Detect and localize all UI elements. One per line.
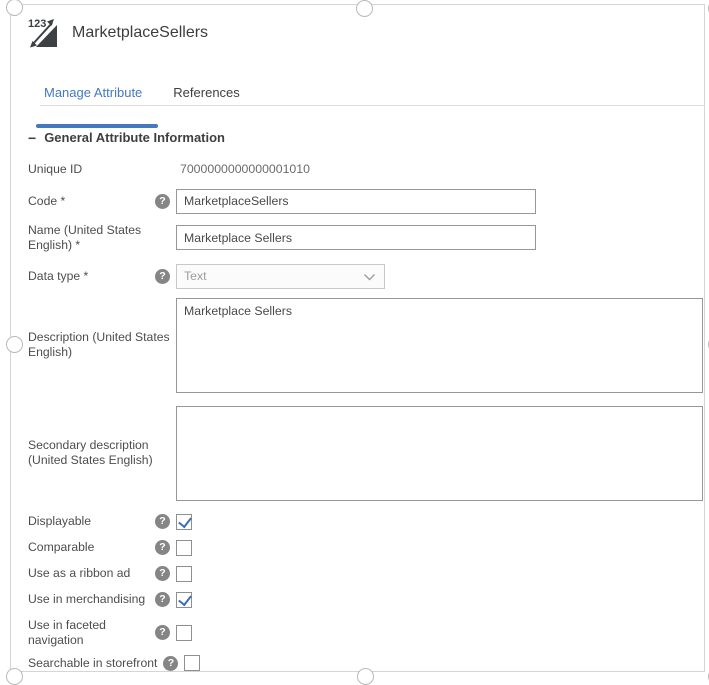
comparable-checkbox[interactable] bbox=[176, 540, 192, 556]
ribbon-ad-row: Use as a ribbon ad ? bbox=[28, 566, 705, 582]
faceted-navigation-row: Use in faceted navigation ? bbox=[28, 618, 705, 648]
help-icon[interactable]: ? bbox=[155, 194, 170, 209]
description-row: Description (United States English) Mark… bbox=[28, 298, 705, 393]
field-label: Searchable in storefront bbox=[28, 656, 163, 671]
secondary-description-row: Secondary description (United States Eng… bbox=[28, 406, 705, 501]
unique-id-row: Unique ID 7000000000000001010 bbox=[28, 162, 705, 177]
faceted-navigation-checkbox[interactable] bbox=[176, 625, 192, 641]
tab-bar: Manage Attribute References bbox=[40, 85, 705, 106]
secondary-description-textarea[interactable] bbox=[176, 406, 703, 501]
tab-manage-attribute[interactable]: Manage Attribute bbox=[40, 85, 146, 105]
help-icon[interactable]: ? bbox=[155, 514, 170, 529]
field-label: Name (United States English) * bbox=[28, 223, 155, 253]
field-label: Code * bbox=[28, 194, 155, 209]
code-input[interactable] bbox=[176, 189, 536, 214]
unique-id-value: 7000000000000001010 bbox=[176, 162, 310, 176]
help-icon[interactable]: ? bbox=[155, 540, 170, 555]
page-header: 123 MarketplaceSellers bbox=[28, 16, 208, 49]
active-tab-underline bbox=[36, 124, 158, 128]
help-icon[interactable]: ? bbox=[155, 625, 170, 640]
resize-handle-top-left[interactable] bbox=[6, 0, 23, 16]
comparable-row: Comparable ? bbox=[28, 540, 705, 556]
data-type-value: Text bbox=[177, 269, 207, 283]
searchable-storefront-row: Searchable in storefront ? bbox=[28, 655, 705, 671]
field-label: Description (United States English) bbox=[28, 330, 176, 360]
field-label: Secondary description (United States Eng… bbox=[28, 438, 176, 468]
help-icon[interactable]: ? bbox=[163, 656, 178, 671]
help-icon[interactable]: ? bbox=[155, 566, 170, 581]
tab-label: Manage Attribute bbox=[44, 85, 142, 100]
form-content: − General Attribute Information Unique I… bbox=[28, 130, 705, 681]
ribbon-ad-checkbox[interactable] bbox=[176, 566, 192, 582]
field-label: Unique ID bbox=[28, 162, 155, 177]
searchable-storefront-checkbox[interactable] bbox=[184, 655, 200, 671]
tab-references[interactable]: References bbox=[173, 85, 239, 105]
displayable-checkbox[interactable] bbox=[176, 514, 192, 530]
page-title: MarketplaceSellers bbox=[72, 24, 208, 42]
field-label: Displayable bbox=[28, 514, 155, 529]
data-type-select: Text bbox=[176, 264, 385, 289]
resize-handle-middle-left[interactable] bbox=[6, 336, 23, 353]
section-header[interactable]: − General Attribute Information bbox=[28, 130, 705, 145]
collapse-icon[interactable]: − bbox=[28, 131, 36, 145]
resize-handle-top-center[interactable] bbox=[356, 0, 373, 17]
displayable-row: Displayable ? bbox=[28, 514, 705, 530]
merchandising-checkbox[interactable] bbox=[176, 592, 192, 608]
svg-text:123: 123 bbox=[28, 18, 46, 30]
resize-handle-bottom-left[interactable] bbox=[6, 668, 23, 685]
field-label: Comparable bbox=[28, 540, 155, 555]
field-label: Use in faceted navigation bbox=[28, 618, 155, 648]
field-label: Use as a ribbon ad bbox=[28, 566, 155, 581]
description-textarea[interactable]: Marketplace Sellers bbox=[176, 298, 703, 393]
field-label: Use in merchandising bbox=[28, 592, 155, 607]
help-icon[interactable]: ? bbox=[155, 269, 170, 284]
code-row: Code * ? bbox=[28, 189, 705, 214]
section-title: General Attribute Information bbox=[44, 130, 225, 145]
numeric-attribute-icon: 123 bbox=[28, 16, 58, 49]
field-label: Data type * bbox=[28, 269, 155, 284]
help-icon[interactable]: ? bbox=[155, 592, 170, 607]
chevron-down-icon bbox=[364, 274, 375, 281]
data-type-row: Data type * ? Text bbox=[28, 264, 705, 289]
tab-label: References bbox=[173, 85, 239, 100]
name-input[interactable] bbox=[176, 225, 536, 250]
name-row: Name (United States English) * bbox=[28, 223, 705, 253]
merchandising-row: Use in merchandising ? bbox=[28, 592, 705, 608]
